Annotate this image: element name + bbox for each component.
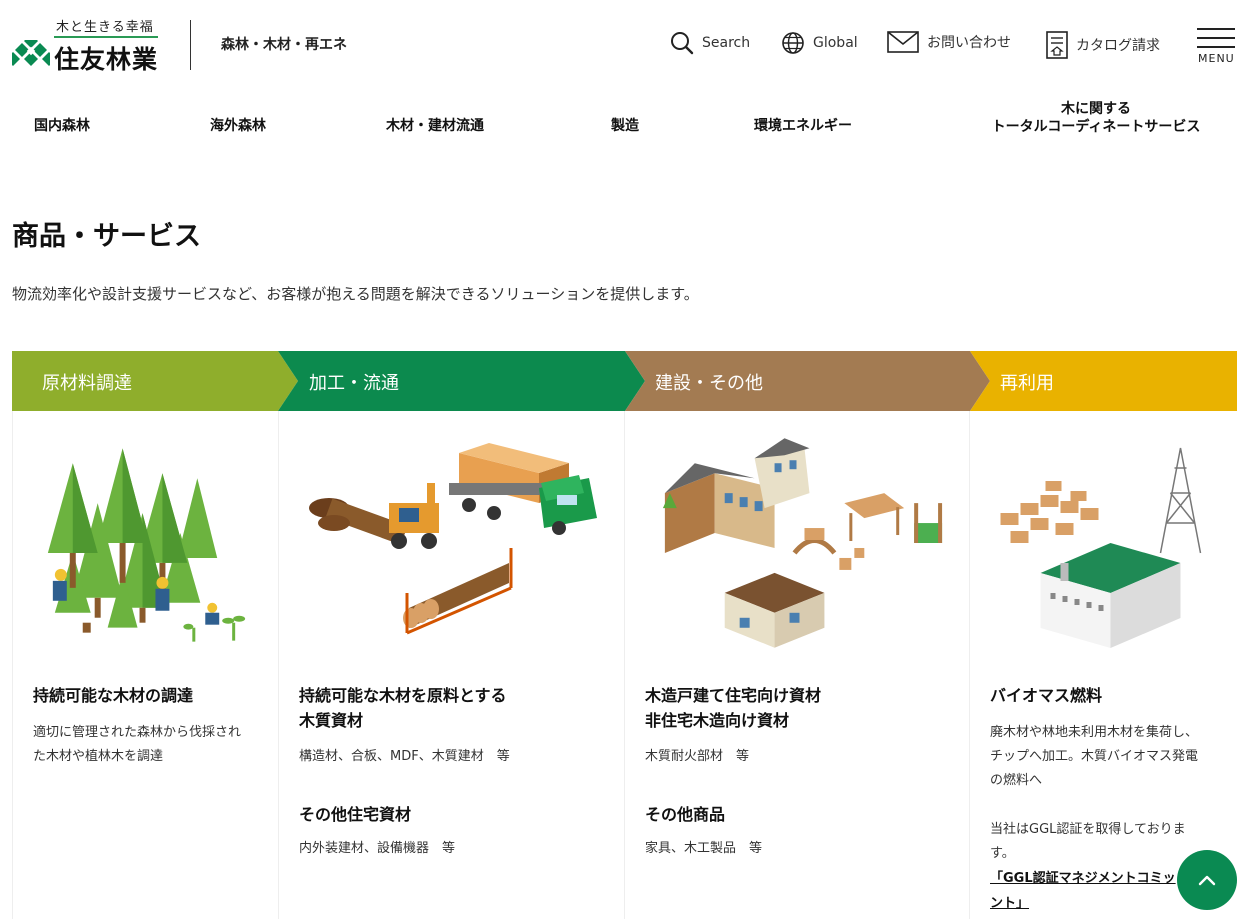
column-processing-text: 構造材、合板、MDF、木質建材 等	[299, 749, 510, 764]
nav-item-timber-distribution[interactable]: 木材・建材流通	[386, 117, 484, 135]
site-header: 木と生きる幸福 住友林業 森林・木材・再エネ Search Global お問い…	[0, 0, 1237, 90]
column-construction-subtext: 家具、木工製品 等	[645, 841, 763, 856]
header-subtitle: 森林・木材・再エネ	[221, 37, 347, 53]
biomass-plant-illustration	[1000, 447, 1202, 648]
menu-button[interactable]: MENU	[1196, 28, 1236, 66]
page-title: 商品・サービス	[12, 221, 201, 252]
column-construction-title: 木造戸建て住宅向け資材 非住宅木造向け資材	[645, 686, 822, 730]
buildings-furniture-illustration	[662, 438, 943, 648]
search-link[interactable]: Search	[670, 31, 750, 55]
column-recycling-note: 当社はGGL認証を取得しておりま す。	[990, 822, 1186, 861]
column-processing-title: 持続可能な木材を原料とする 木質資材	[299, 686, 507, 730]
forest-illustration	[47, 448, 246, 642]
stage-label-procurement: 原材料調達	[42, 373, 132, 394]
catalog-link[interactable]: カタログ請求	[1046, 31, 1160, 59]
search-label: Search	[702, 35, 751, 51]
column-procurement: 持続可能な木材の調達 適切に管理された森林から伐採され た木材や植林木を調達	[12, 411, 279, 919]
nav-item-overseas-forest[interactable]: 海外森林	[210, 117, 266, 135]
column-procurement-title: 持続可能な木材の調達	[33, 686, 194, 705]
logo-name: 住友林業	[54, 45, 159, 74]
global-nav: 国内森林 海外森林 木材・建材流通 製造 環境エネルギー 木に関する トータルコ…	[0, 96, 1237, 146]
column-recycling-title: バイオマス燃料	[990, 686, 1103, 705]
header-divider	[190, 20, 191, 70]
nav-item-domestic-forest[interactable]: 国内森林	[34, 117, 90, 135]
value-chain-bar: 原材料調達 加工・流通 建設・その他 再利用	[12, 351, 1237, 411]
column-procurement-text: 適切に管理された森林から伐採され た木材や植林木を調達	[33, 725, 242, 764]
column-recycling-text: 廃木材や林地未利用木材を集荷し、 チップへ加工。木質バイオマス発電 の燃料へ	[990, 725, 1199, 788]
nav-item-environment-energy[interactable]: 環境エネルギー	[754, 117, 852, 135]
nav-item-total-coordinate-line2: トータルコーディネートサービス	[991, 119, 1201, 135]
logo-mark-icon	[12, 40, 50, 66]
column-processing-subtitle: その他住宅資材	[299, 805, 412, 824]
global-label: Global	[813, 35, 858, 51]
catalog-icon	[1046, 31, 1068, 59]
stage-label-processing: 加工・流通	[309, 373, 399, 394]
mail-icon	[887, 31, 919, 53]
page-lead: 物流効率化や設計支援サービスなど、お客様が抱える問題を解決できるソリューションを…	[12, 285, 699, 303]
contact-label: お問い合わせ	[927, 35, 1011, 51]
stage-label-recycling: 再利用	[1000, 373, 1054, 394]
column-processing-subtext: 内外装建材、設備機器 等	[299, 841, 456, 856]
site-logo[interactable]: 木と生きる幸福 住友林業	[12, 14, 177, 74]
nav-item-total-coordinate[interactable]: 木に関する トータルコーディネートサービス	[978, 100, 1214, 136]
logo-tagline: 木と生きる幸福	[54, 16, 158, 38]
nav-item-manufacturing[interactable]: 製造	[611, 117, 639, 135]
search-icon	[671, 32, 694, 55]
globe-icon	[782, 32, 804, 54]
contact-link[interactable]: お問い合わせ	[887, 31, 1011, 53]
chevron-up-icon	[1198, 875, 1216, 886]
hamburger-icon	[1197, 28, 1235, 30]
catalog-label: カタログ請求	[1076, 38, 1160, 54]
ggl-commitment-link[interactable]: 「GGL認証マネジメントコミッ ント」	[990, 866, 1176, 916]
back-to-top-button[interactable]	[1177, 850, 1237, 910]
column-construction-subtitle: その他商品	[645, 805, 726, 824]
column-recycling: バイオマス燃料 廃木材や林地未利用木材を集荷し、 チップへ加工。木質バイオマス発…	[970, 411, 1237, 919]
global-link[interactable]: Global	[781, 31, 858, 55]
logging-truck-illustration	[309, 443, 597, 635]
stage-label-construction: 建設・その他	[655, 373, 763, 394]
column-construction: 木造戸建て住宅向け資材 非住宅木造向け資材 木質耐火部材 等 その他商品 家具、…	[625, 411, 970, 919]
nav-item-total-coordinate-line1: 木に関する	[1061, 101, 1131, 117]
column-construction-text: 木質耐火部材 等	[645, 749, 750, 764]
menu-label: MENU	[1198, 52, 1235, 65]
column-processing: 持続可能な木材を原料とする 木質資材 構造材、合板、MDF、木質建材 等 その他…	[279, 411, 625, 919]
